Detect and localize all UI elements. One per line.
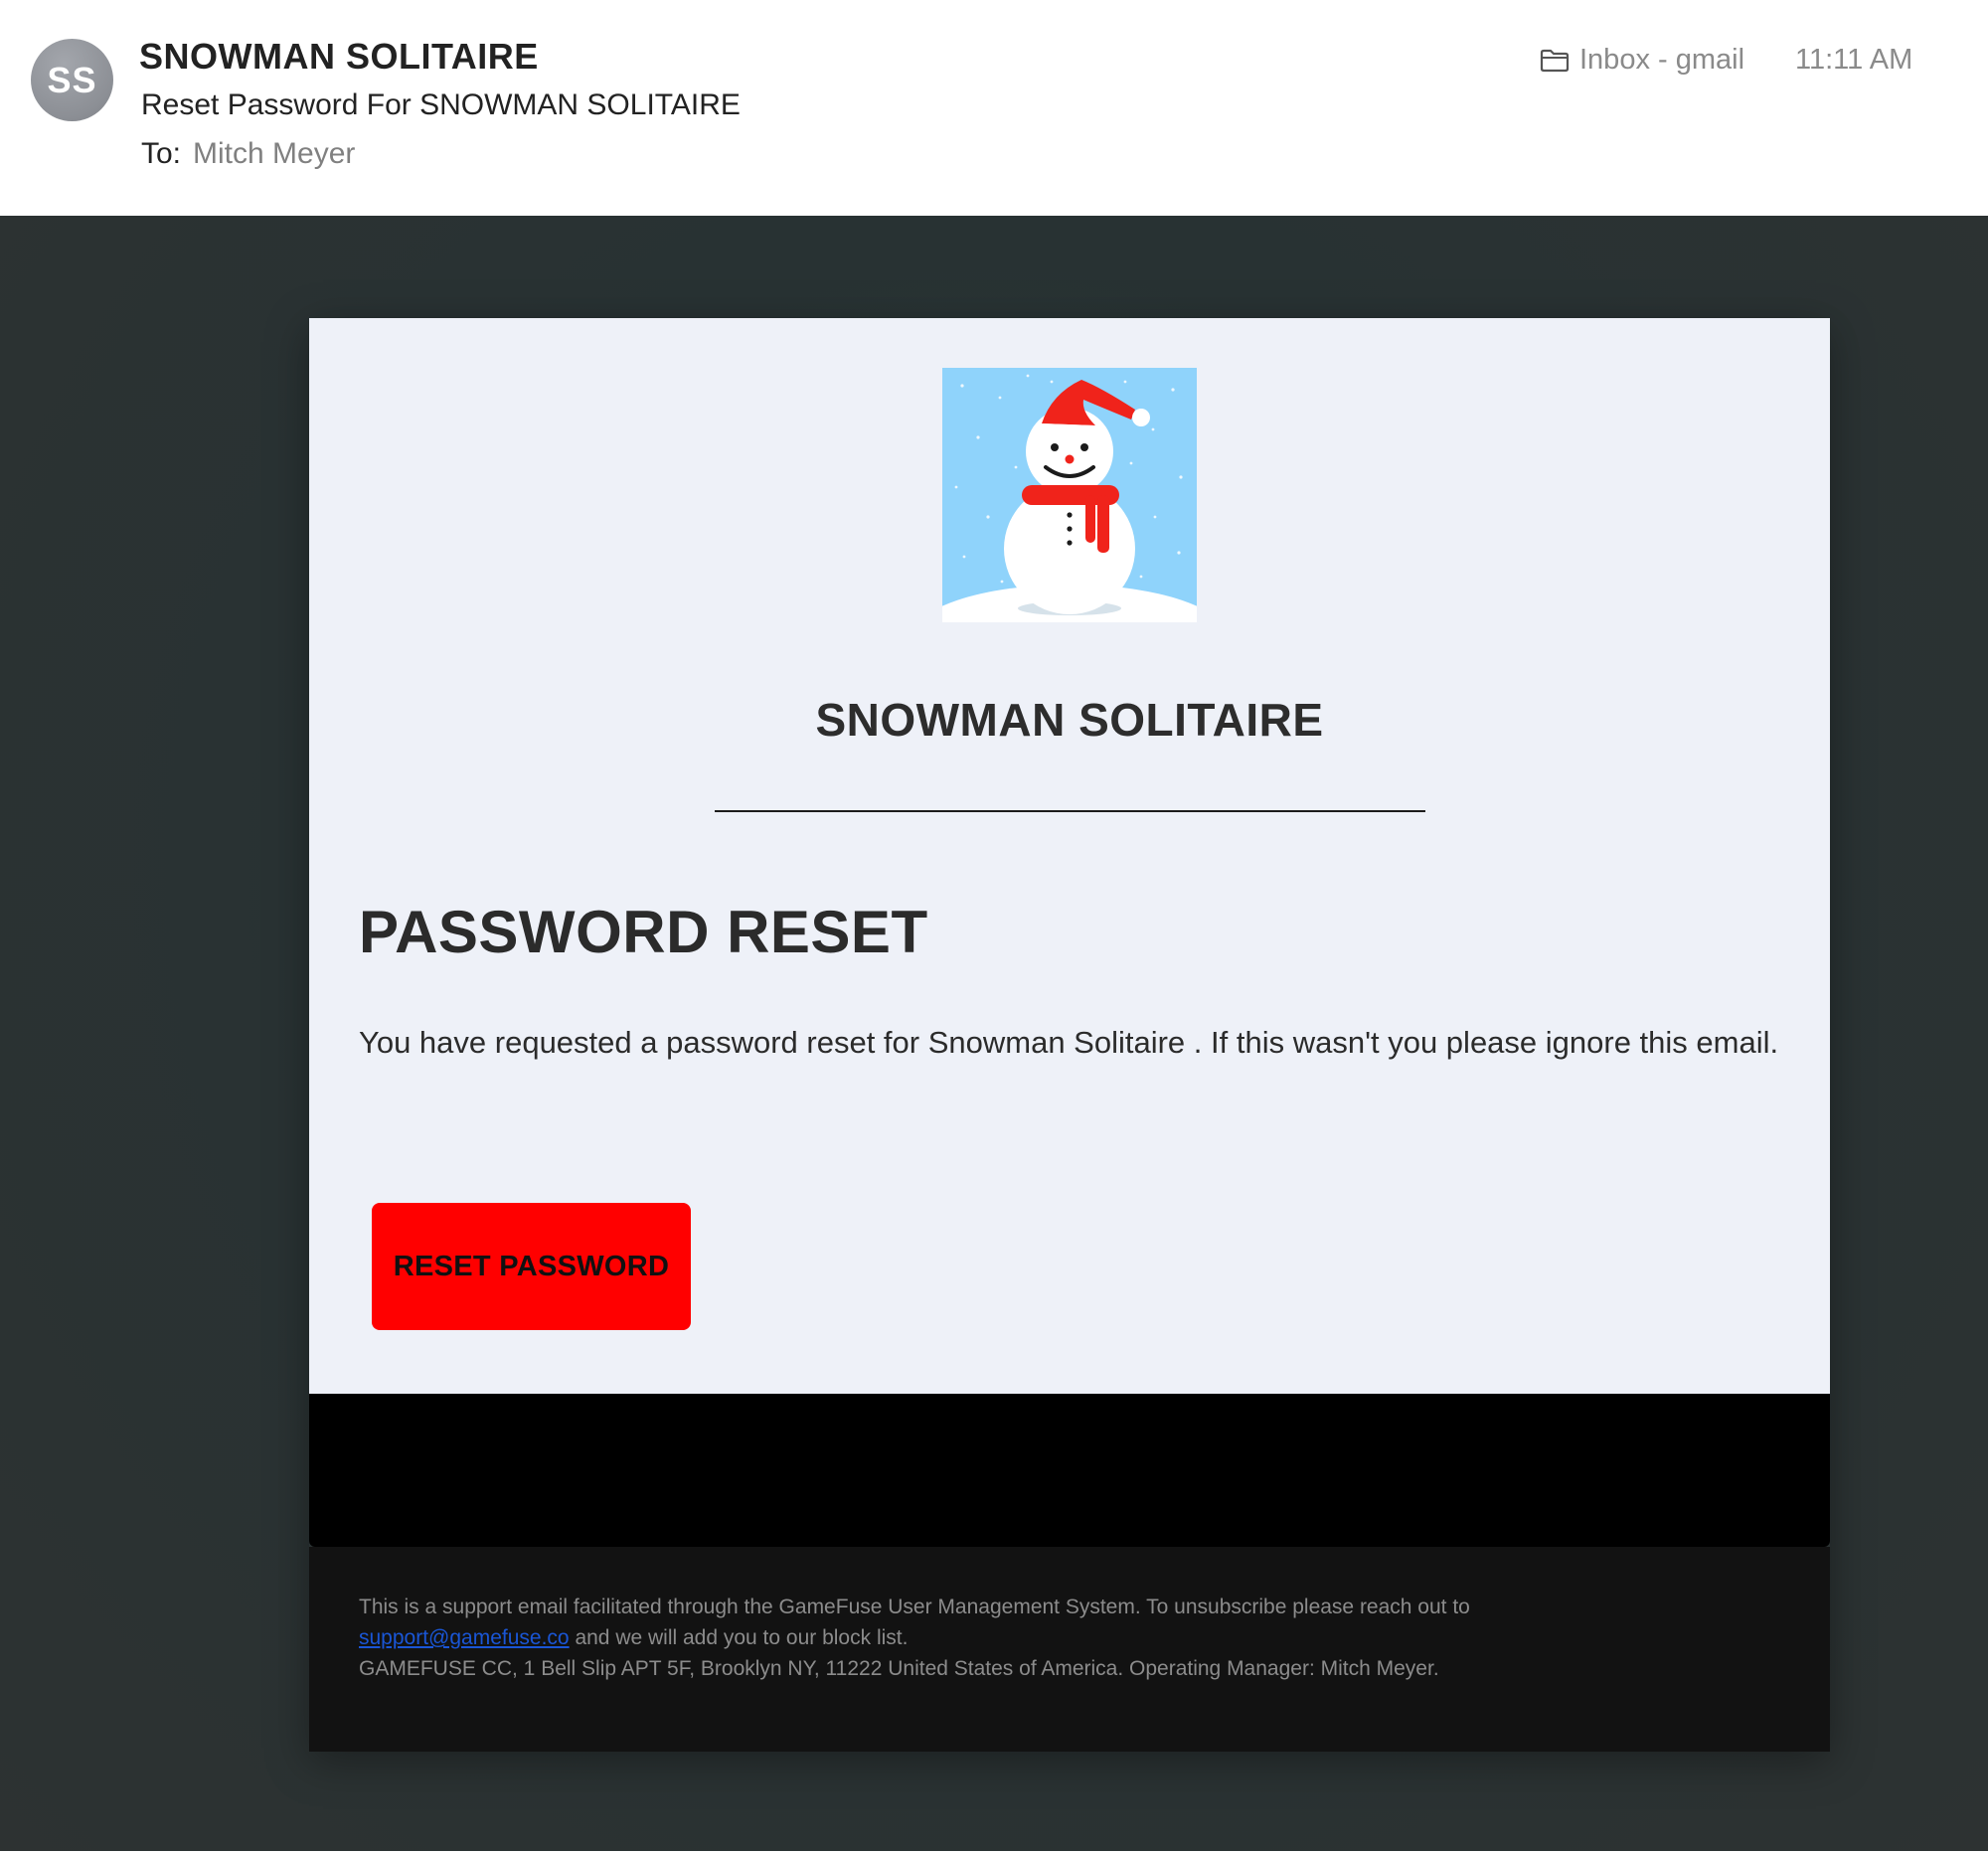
- sender-name: SNOWMAN SOLITAIRE: [139, 36, 539, 77]
- email-heading: PASSWORD RESET: [359, 899, 928, 965]
- email-subject: Reset Password For SNOWMAN SOLITAIRE: [141, 88, 741, 121]
- received-time: 11:11 AM: [1795, 44, 1913, 76]
- footer-band: [309, 1394, 1830, 1547]
- support-email-link[interactable]: support@gamefuse.co: [359, 1626, 570, 1649]
- footer-address: GAMEFUSE CC, 1 Bell Slip APT 5F, Brookly…: [359, 1657, 1439, 1680]
- email-footer: This is a support email facilitated thro…: [309, 1547, 1830, 1752]
- folder-icon: [1540, 49, 1570, 72]
- footer-text: This is a support email facilitated thro…: [359, 1592, 1780, 1684]
- sender-avatar: SS: [31, 39, 113, 121]
- email-card: SNOWMAN SOLITAIRE PASSWORD RESET You hav…: [309, 318, 1830, 1752]
- brand-title: SNOWMAN SOLITAIRE: [815, 694, 1324, 746]
- recipient-name[interactable]: Mitch Meyer: [193, 137, 355, 170]
- email-main-panel: SNOWMAN SOLITAIRE PASSWORD RESET You hav…: [309, 318, 1830, 1394]
- title-divider: [715, 810, 1425, 812]
- recipient-line: To: Mitch Meyer: [141, 137, 355, 171]
- mail-header: SS SNOWMAN SOLITAIRE Reset Password For …: [0, 0, 1988, 216]
- email-body-text: You have requested a password reset for …: [359, 1025, 1779, 1060]
- reset-password-button[interactable]: RESET PASSWORD: [372, 1203, 691, 1330]
- snowman-logo: [911, 368, 1229, 692]
- snowman-icon: [911, 368, 1229, 692]
- footer-unsubscribe-text: This is a support email facilitated thro…: [359, 1596, 1470, 1618]
- to-label: To:: [141, 137, 182, 170]
- mailbox-indicator[interactable]: Inbox - gmail: [1540, 44, 1744, 77]
- mailbox-label: Inbox - gmail: [1579, 44, 1745, 76]
- footer-block-list-text: and we will add you to our block list.: [569, 1626, 909, 1649]
